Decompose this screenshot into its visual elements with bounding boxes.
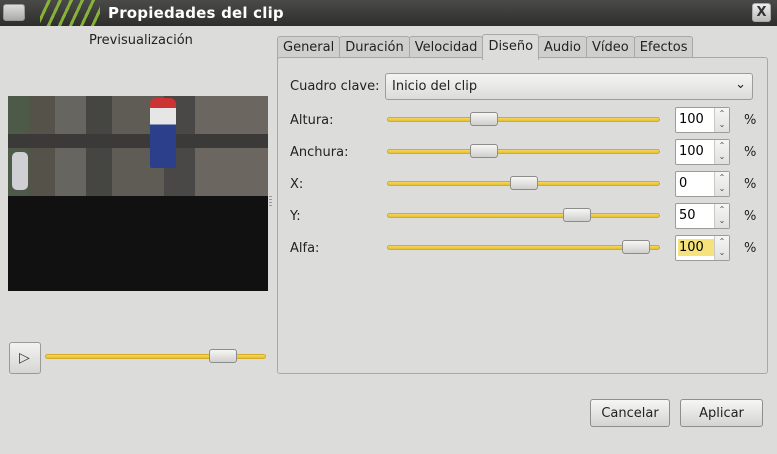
x-label: X: (290, 177, 304, 192)
tab-efectos[interactable]: Efectos (633, 36, 694, 59)
window-title: Propiedades del clip (108, 4, 284, 22)
alpha-slider-handle[interactable] (622, 240, 650, 254)
tab-bar: General Duración Velocidad Diseño Audio … (277, 34, 694, 60)
width-slider[interactable] (387, 144, 660, 158)
cancel-button[interactable]: Cancelar (590, 399, 670, 427)
height-slider[interactable] (387, 112, 660, 126)
keyframe-label: Cuadro clave: (290, 79, 380, 94)
keyframe-select[interactable]: Inicio del clip ⌄ (385, 73, 753, 100)
alpha-input[interactable] (678, 239, 715, 256)
preview-position-slider[interactable] (45, 349, 266, 363)
play-button[interactable]: ▷ (9, 342, 41, 374)
x-slider-handle[interactable] (510, 176, 538, 190)
tab-video[interactable]: Vídeo (585, 36, 635, 59)
preview-slider-handle[interactable] (209, 349, 237, 363)
tab-duracion[interactable]: Duración (339, 36, 410, 59)
tab-diseno[interactable]: Diseño (482, 34, 540, 60)
y-input[interactable] (678, 207, 715, 224)
window-menu-button[interactable] (3, 4, 25, 21)
tab-audio[interactable]: Audio (538, 36, 587, 59)
apply-button[interactable]: Aplicar (680, 399, 763, 427)
height-slider-handle[interactable] (470, 112, 498, 126)
height-label: Altura: (290, 113, 334, 128)
x-input[interactable] (678, 175, 715, 192)
y-slider-handle[interactable] (563, 208, 591, 222)
chevron-down-icon: ⌄ (735, 77, 746, 92)
alpha-spinbox[interactable]: ⌃⌄ (675, 235, 730, 261)
spin-arrows-icon[interactable]: ⌃ ⌄ (714, 172, 729, 196)
y-spinbox[interactable]: ⌃⌄ (675, 203, 730, 229)
y-label: Y: (290, 209, 301, 224)
width-slider-handle[interactable] (470, 144, 498, 158)
alpha-unit: % (744, 241, 757, 256)
x-slider[interactable] (387, 176, 660, 190)
y-unit: % (744, 209, 757, 224)
spin-arrows-icon[interactable]: ⌃ ⌄ (714, 204, 729, 228)
preview-frame-image (8, 96, 268, 196)
keyframe-select-value: Inicio del clip (392, 79, 478, 94)
spin-arrows-icon[interactable]: ⌃ ⌄ (714, 140, 729, 164)
height-unit: % (744, 113, 757, 128)
width-input[interactable] (678, 143, 715, 160)
alpha-label: Alfa: (290, 241, 320, 256)
title-bar: Propiedades del clip X (0, 0, 777, 26)
height-spinbox[interactable]: ⌃⌄ (675, 107, 730, 133)
play-icon: ▷ (19, 350, 30, 366)
close-button[interactable]: X (752, 3, 771, 22)
preview-label: Previsualización (89, 33, 193, 48)
titlebar-decoration (40, 0, 100, 26)
width-spinbox[interactable]: ⌃⌄ (675, 139, 730, 165)
width-unit: % (744, 145, 757, 160)
alpha-slider[interactable] (387, 240, 660, 254)
x-spinbox[interactable]: ⌃⌄ (675, 171, 730, 197)
height-input[interactable] (678, 111, 715, 128)
tab-general[interactable]: General (277, 36, 341, 59)
spin-arrows-icon[interactable]: ⌃ ⌄ (714, 108, 729, 132)
pane-splitter[interactable] (269, 196, 272, 206)
tab-velocidad[interactable]: Velocidad (408, 36, 484, 59)
spin-arrows-icon[interactable]: ⌃ ⌄ (714, 236, 729, 260)
x-unit: % (744, 177, 757, 192)
preview-video (8, 96, 268, 291)
width-label: Anchura: (290, 145, 349, 160)
y-slider[interactable] (387, 208, 660, 222)
